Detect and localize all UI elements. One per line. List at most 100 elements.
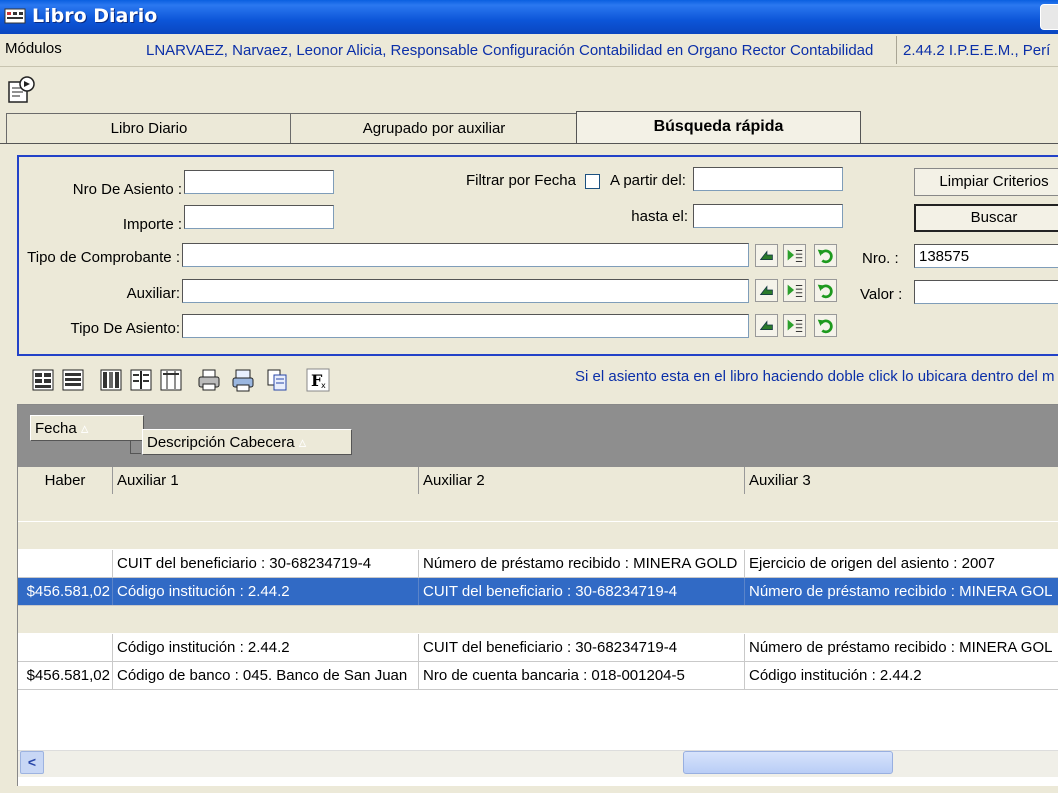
list-icon[interactable] [783, 244, 806, 267]
info-separator [896, 36, 897, 64]
grid-cell [18, 606, 113, 633]
grid-cell [18, 522, 113, 549]
grid-cell: Código institución : 2.44.2 [749, 667, 922, 684]
grid-cell [113, 522, 419, 549]
auxiliar-input[interactable] [182, 279, 749, 303]
select-arrow-icon[interactable] [755, 314, 778, 337]
list-icon[interactable] [783, 279, 806, 302]
tipo-comprobante-label: Tipo de Comprobante : [27, 249, 180, 266]
table-row[interactable]: CUIT del beneficiario : 30-68234719-4 Nú… [18, 550, 1058, 578]
app-icon [4, 8, 26, 24]
hint-text: Si el asiento esta en el libro haciendo … [575, 368, 1055, 385]
modules-menu[interactable]: Módulos [5, 40, 62, 57]
importe-label: Importe : [122, 216, 182, 233]
grid-cell [745, 606, 1058, 633]
grid-cell: Ejercicio de origen del asiento : 2007 [749, 555, 995, 572]
grid-header: Haber Auxiliar 1 Auxiliar 2 Auxiliar 3 [18, 467, 1058, 495]
grid-cell: $456.581,02 [18, 662, 113, 689]
undo-icon[interactable] [814, 244, 837, 267]
grid-cell [419, 522, 745, 549]
filtrar-fecha-label: Filtrar por Fecha [465, 172, 576, 189]
scroll-left-arrow-icon[interactable]: < [20, 751, 44, 774]
group-chip-label: Fecha [35, 420, 77, 437]
grid-cell [745, 494, 1058, 521]
a-partir-input[interactable] [693, 167, 843, 191]
print-icon[interactable] [196, 366, 222, 394]
column-header-auxiliar-3[interactable]: Auxiliar 3 [745, 467, 1058, 494]
split-columns-icon[interactable] [128, 366, 154, 394]
nro-asiento-input[interactable] [184, 170, 334, 194]
column-header-auxiliar-2[interactable]: Auxiliar 2 [419, 467, 745, 494]
hasta-label: hasta el: [631, 208, 688, 225]
sort-ascending-icon: ▵ [298, 434, 307, 451]
grid-cell: CUIT del beneficiario : 30-68234719-4 [113, 550, 419, 577]
nro-asiento-label: Nro De Asiento : [72, 181, 182, 198]
title-bar: Libro Diario [0, 0, 1058, 34]
tab-agrupado-por-auxiliar[interactable]: Agrupado por auxiliar [290, 113, 578, 144]
importe-input[interactable] [184, 205, 334, 229]
table-row[interactable]: $456.581,02 Código de banco : 045. Banco… [18, 662, 1058, 690]
grid-cell: Número de préstamo recibido : MINERA GOL [749, 639, 1053, 656]
filtrar-fecha-checkbox[interactable] [585, 174, 600, 189]
grid-cell: Nro de cuenta bancaria : 018-001204-5 [419, 662, 745, 689]
valor-label: Valor : [860, 286, 903, 303]
a-partir-label: A partir del: [610, 172, 686, 189]
grid-cell: CUIT del beneficiario : 30-68234719-4 [419, 578, 745, 605]
limpiar-criterios-button[interactable]: Limpiar Criterios [914, 168, 1058, 196]
grid-cell [419, 606, 745, 633]
grid-cell: $456.581,02 [18, 578, 113, 605]
group-chip-fecha[interactable]: Fecha ▵ [30, 415, 144, 441]
column-header-auxiliar-1[interactable]: Auxiliar 1 [113, 467, 419, 494]
group-row[interactable] [18, 494, 1058, 522]
grid-layout-icon[interactable] [30, 366, 56, 394]
grid-cell [419, 494, 745, 521]
undo-icon[interactable] [814, 314, 837, 337]
grid-cell [18, 494, 113, 521]
sort-ascending-icon: ▵ [80, 420, 89, 437]
group-chip-descripcion-cabecera[interactable]: Descripción Cabecera ▵ [142, 429, 352, 455]
merge-columns-icon[interactable] [158, 366, 184, 394]
function-icon[interactable]: Fx [305, 366, 331, 394]
scrollbar-thumb[interactable] [683, 751, 893, 774]
expand-rows-icon[interactable] [60, 366, 86, 394]
tipo-comprobante-input[interactable] [182, 243, 749, 267]
entity-info: 2.44.2 I.P.E.E.M., Perí [903, 42, 1051, 59]
valor-input[interactable] [914, 280, 1058, 304]
select-arrow-icon[interactable] [755, 279, 778, 302]
list-icon[interactable] [783, 314, 806, 337]
auxiliar-label: Auxiliar: [126, 285, 180, 302]
report-view-icon[interactable] [6, 74, 38, 104]
undo-icon[interactable] [814, 279, 837, 302]
buscar-button[interactable]: Buscar [914, 204, 1058, 232]
grid-cell: Código institución : 2.44.2 [113, 634, 419, 661]
grid-cell [18, 550, 113, 577]
group-by-panel: Fecha ▵ Descripción Cabecera ▵ [18, 405, 1058, 467]
select-arrow-icon[interactable] [755, 244, 778, 267]
user-info: LNARVAEZ, Narvaez, Leonor Alicia, Respon… [146, 42, 874, 59]
group-row[interactable] [18, 606, 1058, 634]
hasta-input[interactable] [693, 204, 843, 228]
column-header-haber[interactable]: Haber [18, 467, 113, 494]
table-row-selected[interactable]: $456.581,02 Código institución : 2.44.2 … [18, 578, 1058, 606]
tab-baseline [0, 143, 1058, 144]
tab-busqueda-rapida[interactable]: Búsqueda rápida [576, 111, 861, 144]
columns-icon[interactable] [98, 366, 124, 394]
tab-libro-diario[interactable]: Libro Diario [6, 113, 292, 144]
grid-cell: Número de préstamo recibido : MINERA GOL… [419, 550, 745, 577]
horizontal-scrollbar[interactable] [18, 750, 1058, 777]
group-chip-label: Descripción Cabecera [147, 434, 295, 451]
copy-icon[interactable] [264, 366, 290, 394]
tipo-asiento-input[interactable] [182, 314, 749, 338]
grid-cell [113, 494, 419, 521]
grid-cell: Código institución : 2.44.2 [113, 578, 419, 605]
nro-input[interactable]: 138575 [914, 244, 1058, 268]
print-preview-icon[interactable] [230, 366, 256, 394]
tipo-asiento-label: Tipo De Asiento: [70, 320, 180, 337]
window-title: Libro Diario [32, 5, 158, 27]
nro-label: Nro. : [862, 250, 899, 267]
grid-cell: CUIT del beneficiario : 30-68234719-4 [419, 634, 745, 661]
grid-cell: Código de banco : 045. Banco de San Juan [113, 662, 419, 689]
table-row[interactable]: Código institución : 2.44.2 CUIT del ben… [18, 634, 1058, 662]
window-control-button[interactable] [1040, 4, 1058, 30]
group-row[interactable] [18, 522, 1058, 550]
